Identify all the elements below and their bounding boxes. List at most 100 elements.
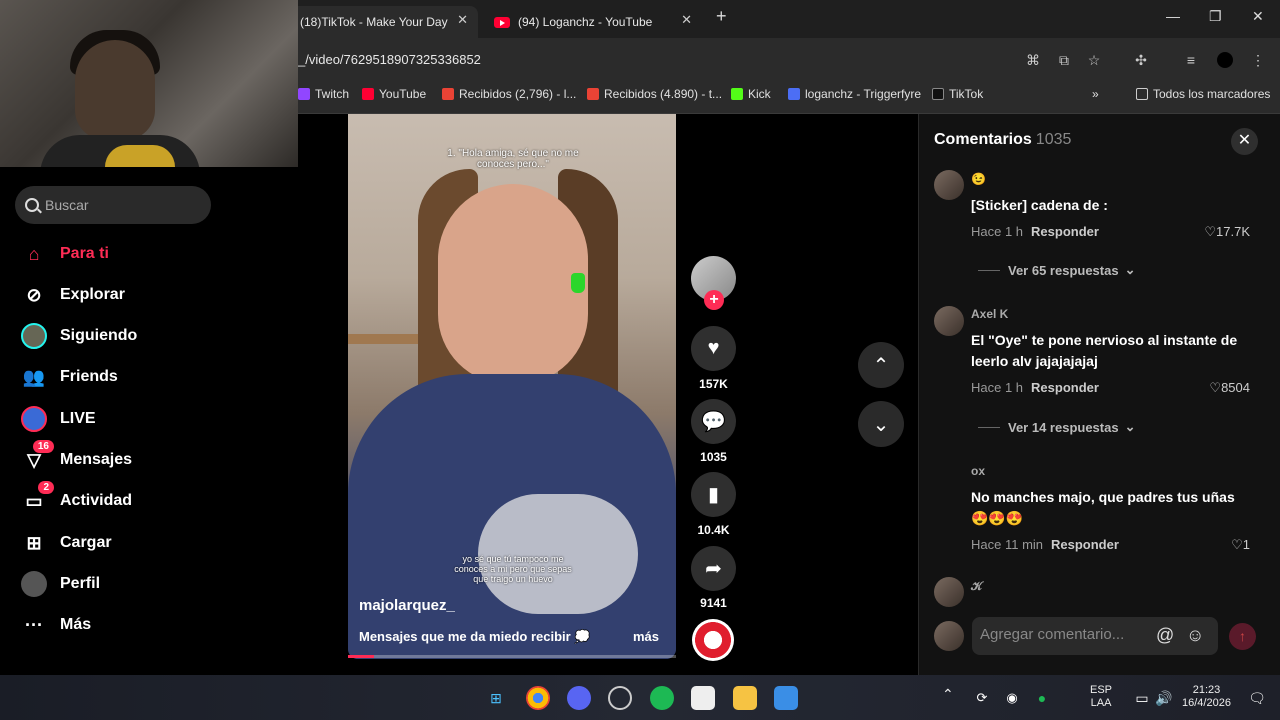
chrome-icon[interactable]	[526, 686, 550, 710]
new-tab-icon[interactable]: +	[716, 6, 727, 27]
tab-tiktok[interactable]: (18)TikTok - Make Your Day ✕	[290, 6, 478, 38]
language-indicator[interactable]: ESP LAA	[1090, 684, 1112, 710]
comment-avatar[interactable]	[934, 170, 964, 200]
messages-icon: ▽ 16	[20, 440, 54, 474]
friends-icon: 👥	[22, 366, 46, 387]
video-player[interactable]: 1. "Hola amiga, sé que no me conoces per…	[348, 114, 676, 659]
file-explorer-icon[interactable]	[733, 686, 757, 710]
discord-icon[interactable]	[567, 686, 591, 710]
all-bookmarks[interactable]: Todos los marcadores	[1136, 87, 1270, 101]
close-tab-icon[interactable]: ✕	[457, 12, 468, 28]
maximize-icon[interactable]: ❐	[1209, 8, 1222, 25]
comment-avatar[interactable]	[934, 577, 964, 607]
music-disc-icon[interactable]	[692, 619, 734, 661]
bookmark-tiktok[interactable]: TikTok	[932, 87, 983, 101]
comment-meta: Hace 1 h Responder	[971, 224, 1099, 239]
youtube-icon	[494, 16, 510, 28]
video-author[interactable]: majolarquez_	[359, 597, 455, 614]
bookmark-gmail-2[interactable]: Recibidos (4.890) - t...	[587, 87, 722, 101]
reply-button[interactable]: Responder	[1031, 224, 1099, 239]
sidebar-item-live[interactable]: LIVE	[20, 404, 96, 434]
twitch-icon	[298, 88, 310, 100]
sidebar-item-explorar[interactable]: ⊘ Explorar	[20, 280, 124, 310]
chevron-down-icon: ⌄	[1124, 419, 1136, 434]
spotify-tray-icon[interactable]: ●	[1030, 686, 1054, 710]
comments-title: Comentarios 1035	[934, 131, 1072, 148]
like-button[interactable]: ♥	[691, 326, 736, 371]
video-progress-bar[interactable]	[348, 655, 676, 658]
sidebar-item-cargar[interactable]: ⊞ Cargar	[20, 528, 111, 558]
caption-more-link[interactable]: más	[633, 629, 659, 644]
volume-icon[interactable]: 🔊	[1152, 686, 1176, 710]
app-icon[interactable]	[691, 686, 715, 710]
sidebar-item-perfil[interactable]: Perfil	[20, 569, 100, 599]
url-input[interactable]: _/video/7629518907325336852	[298, 52, 481, 67]
bookmark-gmail-1[interactable]: Recibidos (2,796) - l...	[442, 87, 576, 101]
sidebar-item-mensajes[interactable]: ▽ 16 Mensajes	[20, 440, 132, 475]
comment-like[interactable]: ♡1	[1215, 537, 1250, 553]
sidebar-item-mas[interactable]: ··· Más	[20, 610, 91, 640]
sidebar-item-para-ti[interactable]: ⌂ Para ti	[20, 239, 109, 269]
compass-icon: ⊘	[26, 284, 42, 305]
clock[interactable]: 21:23 16/4/2026	[1182, 684, 1231, 710]
extensions-icon[interactable]: ✣	[1133, 52, 1149, 68]
sidebar-item-actividad[interactable]: ▭ 2 Actividad	[20, 481, 132, 516]
close-tab-icon[interactable]: ✕	[681, 12, 692, 28]
heart-icon: ♥	[707, 337, 720, 359]
comment-user[interactable]: Axel K	[971, 307, 1008, 321]
comment-input[interactable]: Agregar comentario...	[972, 617, 1218, 655]
view-replies-button[interactable]: Ver 65 respuestas ⌄	[978, 262, 1135, 278]
bookmark-kick[interactable]: Kick	[731, 87, 771, 101]
comment-button[interactable]: 💬	[691, 399, 736, 444]
comment-user[interactable]: ox	[971, 464, 985, 478]
previous-video-button[interactable]: ⌃	[858, 342, 904, 388]
reply-button[interactable]: Responder	[1031, 380, 1099, 395]
comment-like[interactable]: ♡17.7K	[1200, 224, 1250, 240]
save-count: 10.4K	[697, 523, 730, 537]
emoji-icon[interactable]: ☺	[1186, 625, 1204, 646]
send-comment-button[interactable]: ↑	[1229, 623, 1256, 650]
media-control-icon[interactable]: ≡	[1183, 52, 1199, 68]
sidebar-item-friends[interactable]: 👥 Friends	[20, 362, 118, 392]
network-icon[interactable]: ▭	[1130, 686, 1154, 710]
close-window-icon[interactable]: ✕	[1252, 8, 1264, 25]
share-arrow-icon: ➦	[705, 558, 722, 580]
obs-icon[interactable]	[608, 686, 632, 710]
minimize-icon[interactable]: —	[1166, 8, 1180, 24]
comment-avatar[interactable]	[934, 306, 964, 336]
bookmark-twitch[interactable]: Twitch	[298, 87, 349, 101]
comment-user[interactable]: 😉	[971, 172, 986, 186]
sidebar-item-siguiendo[interactable]: Siguiendo	[20, 321, 137, 351]
tab-youtube[interactable]: (94) Loganchz - YouTube ✕	[484, 6, 702, 38]
share-button[interactable]: ➦	[691, 546, 736, 591]
activity-icon: ▭ 2	[20, 481, 54, 515]
profile-icon[interactable]	[1217, 52, 1233, 68]
bookmark-star-icon[interactable]: ☆	[1086, 52, 1102, 68]
spotify-icon[interactable]	[650, 686, 674, 710]
close-comments-button[interactable]: ✕	[1231, 128, 1258, 155]
upload-icon: ⊞	[26, 532, 42, 553]
bookmark-youtube[interactable]: YouTube	[362, 87, 426, 101]
notifications-icon[interactable]: 🗨	[1245, 686, 1269, 710]
tray-chevron-up-icon[interactable]: ⌃	[942, 687, 954, 701]
windows-start-icon[interactable]: ⊞	[484, 686, 508, 710]
follow-plus-icon[interactable]: +	[704, 290, 724, 310]
discord-tray-icon[interactable]: ◉	[1000, 686, 1024, 710]
next-video-button[interactable]: ⌄	[858, 401, 904, 447]
install-app-icon[interactable]: ⧉	[1056, 52, 1072, 68]
comment-user[interactable]: 𝒦	[971, 579, 982, 594]
more-bookmarks-icon[interactable]: »	[1092, 87, 1099, 101]
view-replies-button[interactable]: Ver 14 respuestas ⌄	[978, 419, 1135, 435]
translate-icon[interactable]: ⌘	[1025, 52, 1041, 68]
heart-outline-icon: ♡	[1231, 537, 1243, 552]
comment-like[interactable]: ♡8504	[1195, 380, 1250, 396]
sync-icon[interactable]: ⟳	[970, 686, 994, 710]
menu-icon[interactable]: ⋮	[1250, 52, 1266, 68]
photos-icon[interactable]	[774, 686, 798, 710]
save-button[interactable]: ▮	[691, 472, 736, 517]
reply-button[interactable]: Responder	[1051, 537, 1119, 552]
comments-count: 1035	[1035, 131, 1072, 148]
mention-icon[interactable]: @	[1156, 625, 1174, 646]
search-input[interactable]: Buscar	[15, 186, 211, 224]
bookmark-triggerfyre[interactable]: loganchz - Triggerfyre	[788, 87, 921, 101]
